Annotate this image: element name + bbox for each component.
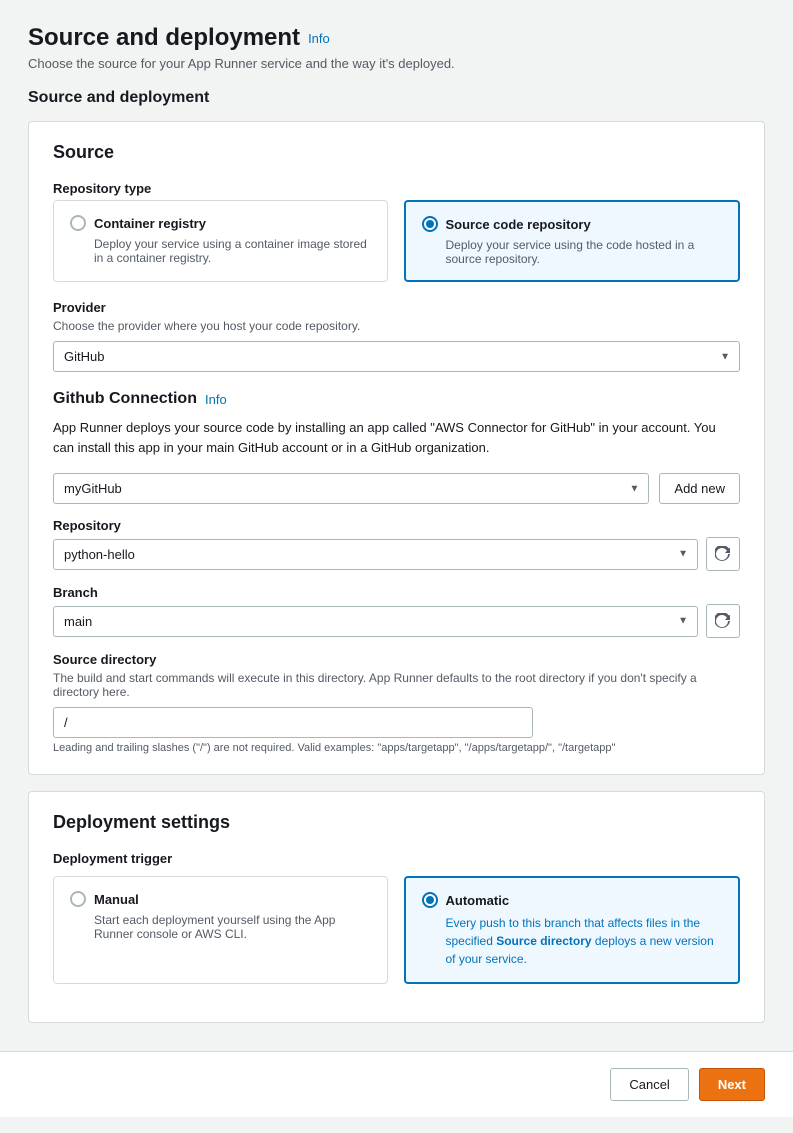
source-directory-input-wrapper — [53, 707, 740, 738]
source-card: Source Repository type Container registr… — [28, 121, 765, 775]
branch-field-row: main ▼ — [53, 604, 740, 638]
refresh-icon — [715, 546, 731, 562]
repository-select-wrapper: python-hello ▼ — [53, 539, 698, 570]
branch-label: Branch — [53, 585, 740, 600]
container-registry-option[interactable]: Container registry Deploy your service u… — [53, 200, 388, 282]
deployment-trigger-label: Deployment trigger — [53, 851, 740, 866]
automatic-deployment-header: Automatic — [422, 892, 723, 908]
github-connection-info-link[interactable]: Info — [205, 392, 227, 407]
provider-select-wrapper: GitHub ▼ — [53, 341, 740, 372]
provider-select[interactable]: GitHub — [53, 341, 740, 372]
github-connection-title: Github Connection — [53, 390, 197, 408]
container-registry-desc: Deploy your service using a container im… — [70, 237, 371, 265]
branch-select[interactable]: main — [53, 606, 698, 637]
manual-deployment-desc: Start each deployment yourself using the… — [70, 913, 371, 941]
refresh-icon-branch — [715, 613, 731, 629]
page-subtitle: Choose the source for your App Runner se… — [28, 56, 765, 71]
repository-field-row: python-hello ▼ — [53, 537, 740, 571]
source-directory-section: Source directory The build and start com… — [53, 652, 740, 754]
branch-select-wrapper: main ▼ — [53, 606, 698, 637]
manual-deployment-header: Manual — [70, 891, 371, 907]
automatic-deployment-desc: Every push to this branch that affects f… — [422, 914, 723, 968]
container-registry-radio[interactable] — [70, 215, 86, 231]
source-directory-label: Source directory — [53, 652, 740, 667]
automatic-deployment-radio[interactable] — [422, 892, 438, 908]
branch-refresh-button[interactable] — [706, 604, 740, 638]
manual-deployment-option[interactable]: Manual Start each deployment yourself us… — [53, 876, 388, 984]
repository-label: Repository — [53, 518, 740, 533]
manual-deployment-title: Manual — [94, 892, 139, 907]
manual-deployment-radio[interactable] — [70, 891, 86, 907]
automatic-deployment-title: Automatic — [446, 893, 510, 908]
container-registry-header: Container registry — [70, 215, 371, 231]
automatic-deployment-option[interactable]: Automatic Every push to this branch that… — [404, 876, 741, 984]
section-heading: Source and deployment — [28, 89, 765, 107]
repository-refresh-button[interactable] — [706, 537, 740, 571]
github-connection-desc: App Runner deploys your source code by i… — [53, 418, 740, 457]
connection-select[interactable]: myGitHub — [53, 473, 649, 504]
repository-select[interactable]: python-hello — [53, 539, 698, 570]
source-code-repository-radio[interactable] — [422, 216, 438, 232]
github-connection-title-row: Github Connection Info — [53, 390, 740, 408]
connection-row: myGitHub ▼ Add new — [53, 473, 740, 504]
deployment-settings-card: Deployment settings Deployment trigger M… — [28, 791, 765, 1023]
container-registry-title: Container registry — [94, 216, 206, 231]
source-code-repository-title: Source code repository — [446, 217, 591, 232]
source-directory-sublabel: The build and start commands will execut… — [53, 671, 740, 699]
repository-type-label: Repository type — [53, 181, 740, 196]
page-info-link[interactable]: Info — [308, 31, 330, 46]
source-directory-hint: Leading and trailing slashes ("/") are n… — [53, 742, 740, 754]
github-connection-section: Github Connection Info App Runner deploy… — [53, 390, 740, 754]
repository-type-options: Container registry Deploy your service u… — [53, 200, 740, 282]
source-card-title: Source — [53, 142, 740, 163]
source-code-repository-option[interactable]: Source code repository Deploy your servi… — [404, 200, 741, 282]
cancel-button[interactable]: Cancel — [610, 1068, 688, 1101]
source-directory-input[interactable] — [53, 707, 533, 738]
source-code-repository-desc: Deploy your service using the code hoste… — [422, 238, 723, 266]
next-button[interactable]: Next — [699, 1068, 765, 1101]
connection-select-wrapper: myGitHub ▼ — [53, 473, 649, 504]
page-title: Source and deployment — [28, 24, 300, 52]
add-new-button[interactable]: Add new — [659, 473, 740, 504]
deployment-trigger-options: Manual Start each deployment yourself us… — [53, 876, 740, 984]
provider-label: Provider — [53, 300, 740, 315]
source-code-repository-header: Source code repository — [422, 216, 723, 232]
provider-sublabel: Choose the provider where you host your … — [53, 319, 740, 333]
footer-bar: Cancel Next — [0, 1051, 793, 1117]
deployment-settings-title: Deployment settings — [53, 812, 740, 833]
